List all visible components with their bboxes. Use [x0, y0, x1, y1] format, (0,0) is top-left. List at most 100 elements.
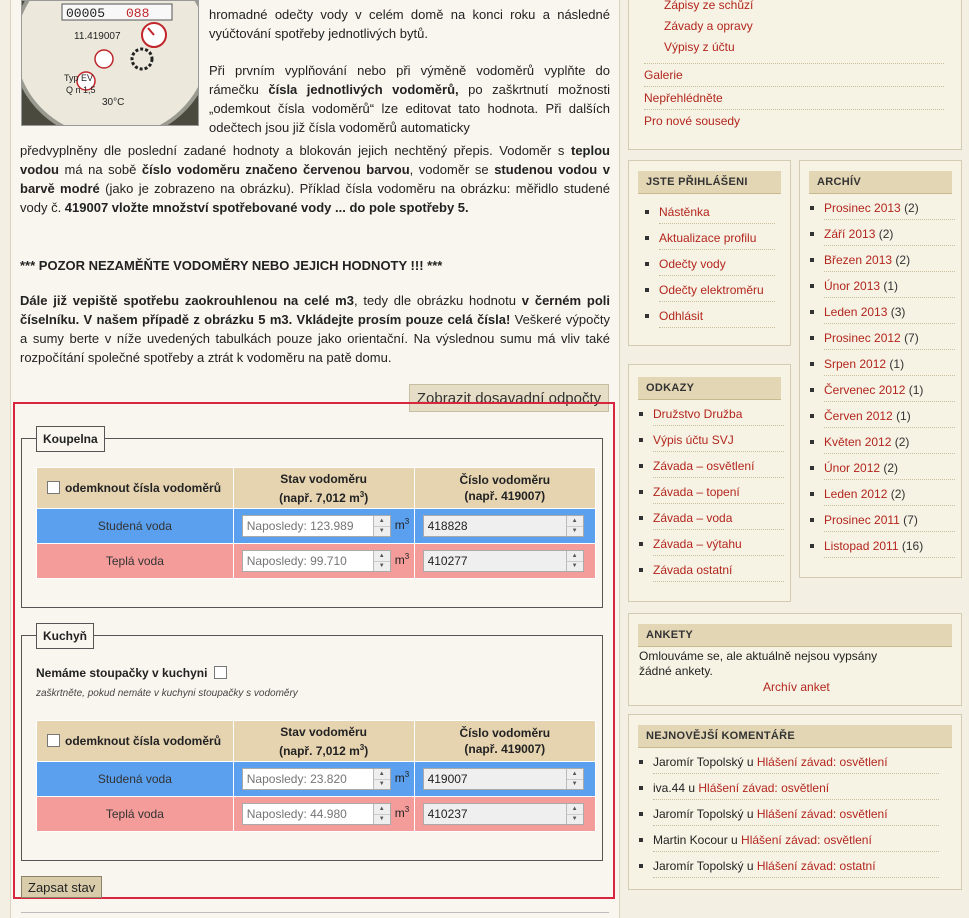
hot-state-input[interactable]: ▲▼	[241, 550, 391, 572]
list-item: Únor 2012 (2)	[810, 459, 955, 485]
archive-month-link[interactable]: Prosinec 2013	[824, 201, 901, 215]
sidebar-link-gallery[interactable]: Galerie	[644, 68, 683, 82]
comment-connector: u	[743, 755, 757, 769]
archive-count: (1)	[889, 357, 905, 371]
comment-post-link[interactable]: Hlášení závad: osvětlení	[741, 833, 872, 847]
archive-month-link[interactable]: Listopad 2011	[824, 539, 899, 553]
sidebar-link-statements[interactable]: Výpisy z účtu	[664, 40, 735, 54]
archive-month-link[interactable]: Září 2013	[824, 227, 875, 241]
svg-text:088: 088	[126, 6, 149, 21]
spinner-icon[interactable]: ▲ ▼	[565, 516, 583, 536]
svg-text:00005: 00005	[66, 6, 105, 21]
sidebar-link-new-neighbours[interactable]: Pro nové sousedy	[644, 114, 740, 128]
svg-text:Typ EV: Typ EV	[64, 73, 93, 83]
link-logout[interactable]: Odhlásit	[659, 307, 703, 325]
list-item: Jaromír Topolský u Hlášení závad: osvětl…	[639, 753, 939, 779]
archive-count: (2)	[883, 461, 899, 475]
main-pages-list: Galerie Nepřehlédněte Pro nové sousedy	[644, 63, 944, 132]
archive-month-link[interactable]: Leden 2012	[824, 487, 887, 501]
hot-water-label: Teplá voda	[36, 796, 234, 832]
cold-meter-number-input[interactable]: ▲▼	[422, 768, 584, 790]
spinner-icon[interactable]: ▲ ▼	[565, 804, 583, 824]
archive-month-link[interactable]: Březen 2013	[824, 253, 892, 267]
archive-month-link[interactable]: Červenec 2012	[824, 383, 905, 397]
spinner-icon[interactable]: ▲ ▼	[372, 769, 390, 789]
spinner-icon[interactable]: ▲ ▼	[565, 551, 583, 571]
list-item: Září 2013 (2)	[810, 225, 955, 251]
spinner-icon[interactable]: ▲ ▼	[372, 804, 390, 824]
unlock-numbers-header: odemknout čísla vodoměrů	[36, 720, 234, 762]
archive-title: ARCHÍV	[809, 171, 952, 194]
list-item: Odečty vody	[645, 255, 775, 281]
hot-meter-number-input[interactable]: ▲▼	[422, 550, 584, 572]
list-item: Závada – topení	[639, 483, 784, 509]
intro-paragraph-2-top: Při prvním vyplňování nebo při výměně vo…	[209, 63, 610, 135]
main-content: 00005 088 11.419007 Typ EV Q n 1,5 30°C …	[10, 0, 620, 918]
links-title: ODKAZY	[638, 377, 781, 400]
comment-post-link[interactable]: Hlášení závad: osvětlení	[757, 807, 888, 821]
comment-post-link[interactable]: Hlášení závad: osvětlení	[757, 755, 888, 769]
archive-month-link[interactable]: Prosinec 2012	[824, 331, 901, 345]
list-item: Družstvo Družba	[639, 405, 784, 431]
link-fault-lighting[interactable]: Závada – osvětlení	[653, 457, 754, 475]
list-item: Nástěnka	[645, 203, 775, 229]
archive-month-link[interactable]: Prosinec 2011	[824, 513, 900, 527]
link-fault-other[interactable]: Závada ostatní	[653, 561, 732, 579]
link-fault-water[interactable]: Závada – voda	[653, 509, 732, 527]
cold-number-cell: ▲▼	[413, 761, 597, 797]
save-readings-button[interactable]: Zapsat stav	[21, 876, 103, 898]
archive-count: (1)	[883, 279, 899, 293]
polls-archive-link[interactable]: Archív anket	[763, 680, 830, 694]
sidebar-link-faults[interactable]: Závady a opravy	[664, 19, 753, 33]
spinner-icon[interactable]: ▲ ▼	[565, 769, 583, 789]
link-fault-heating[interactable]: Závada – topení	[653, 483, 740, 501]
unlock-numbers-checkbox[interactable]	[47, 481, 60, 494]
comment-author: iva.44	[653, 781, 686, 795]
unlock-numbers-checkbox[interactable]	[47, 734, 60, 747]
archive-month-link[interactable]: Únor 2012	[824, 461, 880, 475]
list-item: iva.44 u Hlášení závad: osvětlení	[639, 779, 939, 805]
list-item: Listopad 2011 (16)	[810, 537, 955, 563]
link-profile-update[interactable]: Aktualizace profilu	[659, 229, 756, 247]
logged-in-title: JSTE PŘIHLÁŠENI	[638, 171, 781, 194]
hot-state-input[interactable]: ▲▼	[241, 803, 391, 825]
comment-post-link[interactable]: Hlášení závad: osvětlení	[698, 781, 829, 795]
table-row: Teplá voda ▲▼m3 ▲▼	[36, 543, 597, 579]
cold-state-input[interactable]: ▲▼	[241, 768, 391, 790]
list-item: Závada ostatní	[639, 561, 784, 587]
link-noticeboard[interactable]: Nástěnka	[659, 203, 710, 221]
spinner-icon[interactable]: ▲ ▼	[372, 551, 390, 571]
list-item: Jaromír Topolský u Hlášení závad: osvětl…	[639, 805, 939, 831]
table-row: Studená voda ▲▼m3 ▲▼	[36, 761, 597, 797]
archive-list: Prosinec 2013 (2) Září 2013 (2) Březen 201…	[810, 199, 955, 563]
spinner-icon[interactable]: ▲ ▼	[372, 516, 390, 536]
comments-list: Jaromír Topolský u Hlášení závad: osvětl…	[639, 753, 939, 883]
link-fault-elevator[interactable]: Závada – výtahu	[653, 535, 742, 553]
archive-month-link[interactable]: Květen 2012	[824, 435, 891, 449]
link-water-readings[interactable]: Odečty vody	[659, 255, 726, 273]
archive-month-link[interactable]: Srpen 2012	[824, 357, 886, 371]
cold-state-input[interactable]: ▲▼	[241, 515, 391, 537]
cold-meter-number-input[interactable]: ▲▼	[422, 515, 584, 537]
sub-pages-list: Zápisy ze schůzí Závady a opravy Výpisy …	[664, 0, 753, 58]
link-druzstvo[interactable]: Družstvo Družba	[653, 405, 742, 423]
sidebar-link-dont-miss[interactable]: Nepřehlédněte	[644, 91, 723, 105]
links-box: ODKAZY Družstvo Družba Výpis účtu SVJ Zá…	[628, 364, 791, 602]
comments-title: NEJNOVĚJŠÍ KOMENTÁŘE	[638, 725, 952, 748]
list-item: Květen 2012 (2)	[810, 433, 955, 459]
link-electricity-readings[interactable]: Odečty elektroměru	[659, 281, 764, 299]
list-item: Závada – osvětlení	[639, 457, 784, 483]
water-readings-form: Koupelna odemknout čísla vodoměrů Stav v…	[13, 402, 615, 899]
comment-post-link[interactable]: Hlášení závad: ostatní	[757, 859, 876, 873]
warning-text: *** POZOR NEZAMĚŇTE VODOMĚRY NEBO JEJICH…	[20, 258, 443, 273]
list-item: Leden 2012 (2)	[810, 485, 955, 511]
no-pipes-checkbox[interactable]	[213, 666, 227, 679]
archive-month-link[interactable]: Únor 2013	[824, 279, 880, 293]
hot-meter-number-input[interactable]: ▲▼	[422, 803, 584, 825]
logged-in-box: JSTE PŘIHLÁŠENI Nástěnka Aktualizace pro…	[628, 160, 791, 346]
sidebar-link-meeting-minutes[interactable]: Zápisy ze schůzí	[664, 0, 753, 12]
archive-month-link[interactable]: Červen 2012	[824, 409, 893, 423]
link-svj-account[interactable]: Výpis účtu SVJ	[653, 431, 734, 449]
cold-water-label: Studená voda	[36, 761, 234, 797]
archive-month-link[interactable]: Leden 2013	[824, 305, 887, 319]
